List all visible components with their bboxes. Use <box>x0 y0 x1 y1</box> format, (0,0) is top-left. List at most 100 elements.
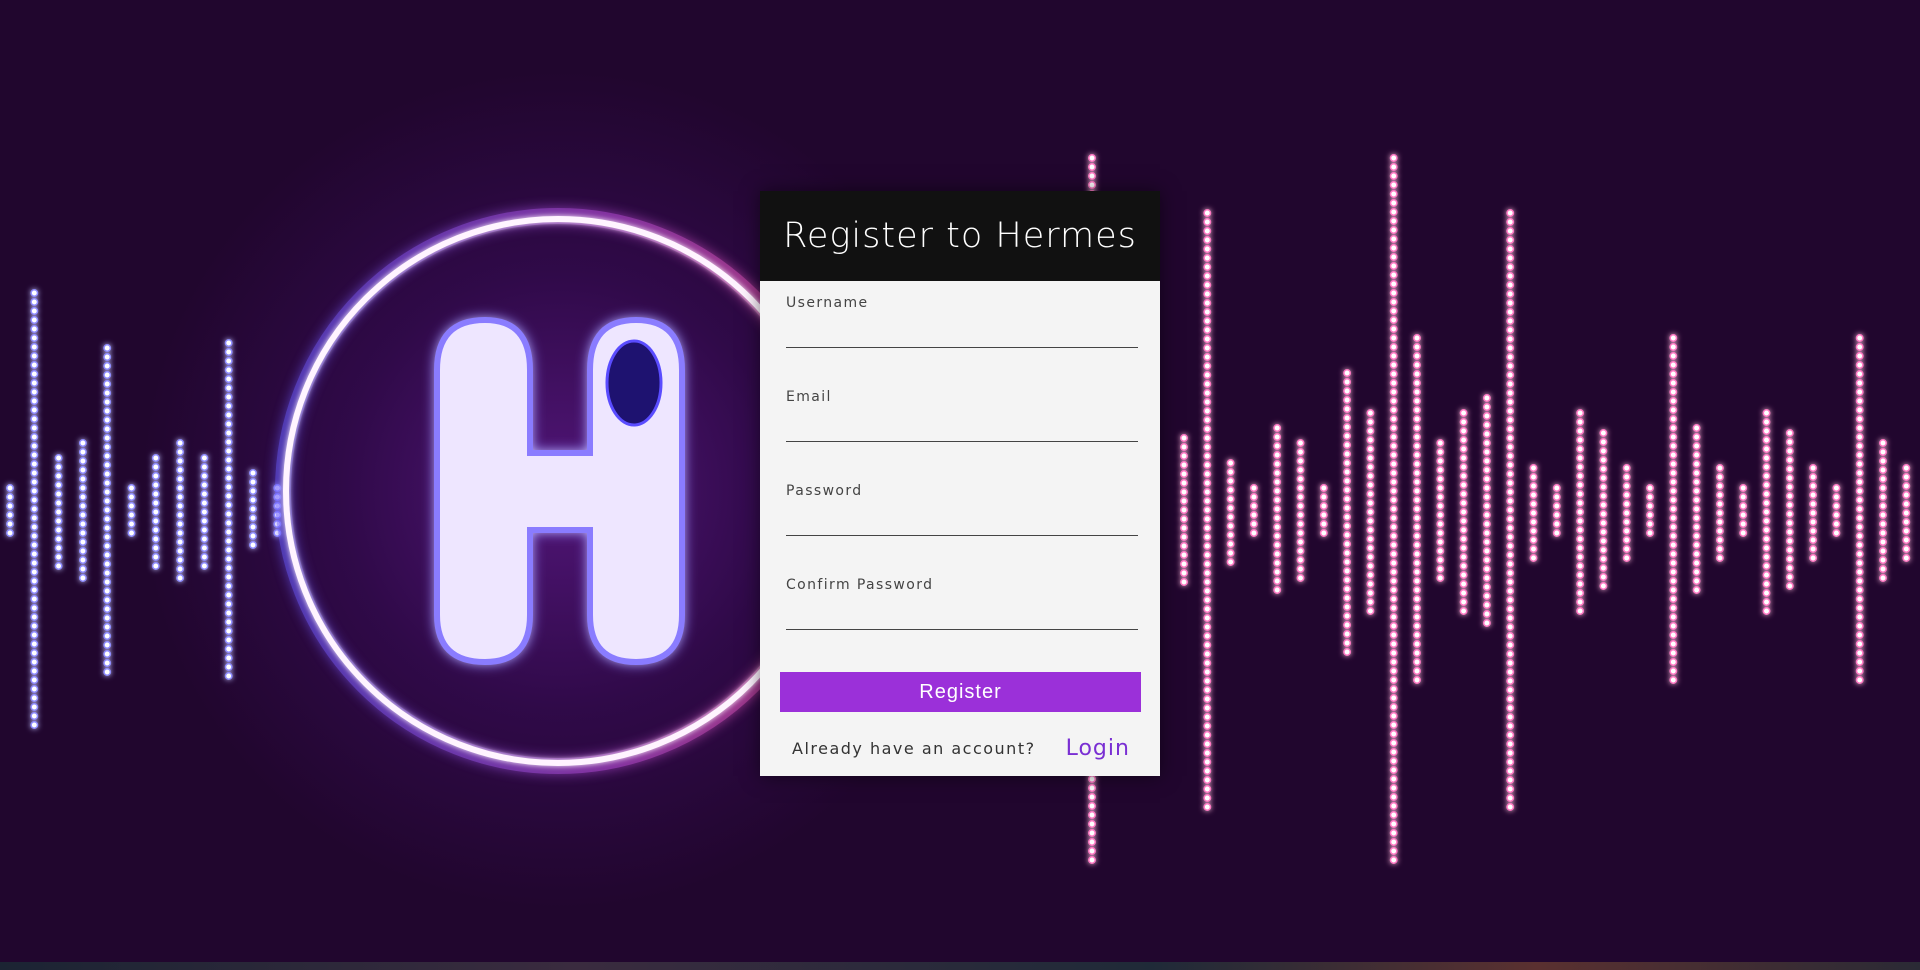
wave-dot <box>127 520 136 528</box>
wave-dot <box>1482 466 1491 474</box>
wave-dot <box>78 457 87 465</box>
wave-dot <box>103 371 112 379</box>
wave-dot <box>1249 520 1258 528</box>
wave-dot <box>78 574 87 582</box>
wave-dot <box>1506 281 1515 289</box>
wave-dot <box>1203 533 1212 541</box>
wave-dot <box>1436 493 1445 501</box>
wave-dot <box>176 556 185 564</box>
wave-dot <box>200 562 209 570</box>
confirm-password-input[interactable] <box>786 599 1138 630</box>
wave-dot <box>103 479 112 487</box>
wave-dot <box>1855 451 1864 459</box>
wave-dot <box>1692 442 1701 450</box>
wave-dot <box>224 573 233 581</box>
wave-dot <box>1273 505 1282 513</box>
wave-dot <box>1203 299 1212 307</box>
wave-dot <box>1366 481 1375 489</box>
wave-dot <box>78 538 87 546</box>
wave-dot <box>1902 554 1911 562</box>
wave-dot <box>1669 442 1678 450</box>
password-input[interactable] <box>786 505 1138 536</box>
wave-dot <box>1879 538 1887 546</box>
wave-dot <box>1599 447 1608 455</box>
wave-dot <box>103 434 112 442</box>
wave-dot <box>1669 469 1678 477</box>
wave-dot <box>1762 418 1771 426</box>
wave-dot <box>1226 540 1235 548</box>
wave-dot <box>78 502 87 510</box>
wave-dot <box>1203 767 1212 775</box>
login-link[interactable]: Login <box>1066 736 1130 761</box>
wave-dot <box>103 353 112 361</box>
wave-dot <box>1576 526 1585 534</box>
wave-dot <box>1389 343 1398 351</box>
wave-dot <box>103 641 112 649</box>
wave-dot <box>1413 415 1421 423</box>
wave-dot <box>1389 640 1398 648</box>
wave-dot <box>1343 459 1352 467</box>
login-row: Already have an account? Login <box>792 736 1132 761</box>
wave-dot <box>1459 481 1468 489</box>
wave-dot <box>1482 556 1491 564</box>
email-input[interactable] <box>786 411 1138 442</box>
wave-dot <box>30 631 39 639</box>
wave-dot <box>1413 523 1421 531</box>
wave-dot <box>1506 569 1515 577</box>
wave-dot <box>224 663 233 671</box>
wave-dot <box>1343 558 1352 566</box>
wave-dot <box>1855 361 1864 369</box>
wave-dot <box>1506 425 1515 433</box>
wave-dot <box>1088 163 1096 171</box>
wave-dot <box>249 469 257 477</box>
wave-dot <box>1366 562 1375 570</box>
wave-dot <box>1343 612 1352 620</box>
wave-dot <box>1879 565 1887 573</box>
wave-dot <box>1296 511 1305 519</box>
wave-dot <box>1203 245 1212 253</box>
wave-dot <box>1506 695 1515 703</box>
wave-dot <box>1389 838 1398 846</box>
wave-dot <box>1088 775 1096 783</box>
wave-dot <box>1902 518 1911 526</box>
wave-dot <box>1599 492 1608 500</box>
wave-dot <box>1902 527 1911 535</box>
wave-dot <box>30 334 39 342</box>
wave-dot <box>1343 540 1352 548</box>
wave-dot <box>1785 438 1794 446</box>
wave-dot <box>1855 397 1864 405</box>
wave-dot <box>1576 607 1585 615</box>
wave-dot <box>1389 757 1398 765</box>
wave-dot <box>30 415 39 423</box>
wave-dot <box>1459 472 1468 480</box>
wave-dot <box>1343 603 1352 611</box>
wave-dot <box>1366 499 1375 507</box>
wave-dot <box>1785 582 1794 590</box>
wave-dot <box>103 380 112 388</box>
wave-dot <box>1203 650 1212 658</box>
wave-dot <box>249 496 257 504</box>
wave-dot <box>1482 592 1491 600</box>
username-input[interactable] <box>786 317 1138 348</box>
wave-dot <box>200 499 209 507</box>
confirm-password-field-group: Confirm Password <box>786 575 1138 669</box>
wave-dot <box>1506 290 1515 298</box>
wave-dot <box>1692 514 1701 522</box>
wave-dot <box>1203 434 1212 442</box>
register-button[interactable]: Register <box>780 672 1141 712</box>
wave-dot <box>1389 703 1398 711</box>
wave-dot <box>1506 434 1515 442</box>
wave-dot <box>1389 766 1398 774</box>
wave-dot <box>1203 659 1212 667</box>
wave-dot <box>1832 520 1841 528</box>
wave-dot <box>200 481 209 489</box>
wave-dot <box>1506 587 1515 595</box>
wave-dot <box>1180 443 1188 451</box>
wave-dot <box>1389 523 1398 531</box>
wave-dot <box>30 541 39 549</box>
wave-dot <box>1088 793 1096 801</box>
wave-dot <box>103 488 112 496</box>
wave-dot <box>30 379 39 387</box>
wave-dot <box>6 493 14 501</box>
wave-dot <box>1762 463 1771 471</box>
